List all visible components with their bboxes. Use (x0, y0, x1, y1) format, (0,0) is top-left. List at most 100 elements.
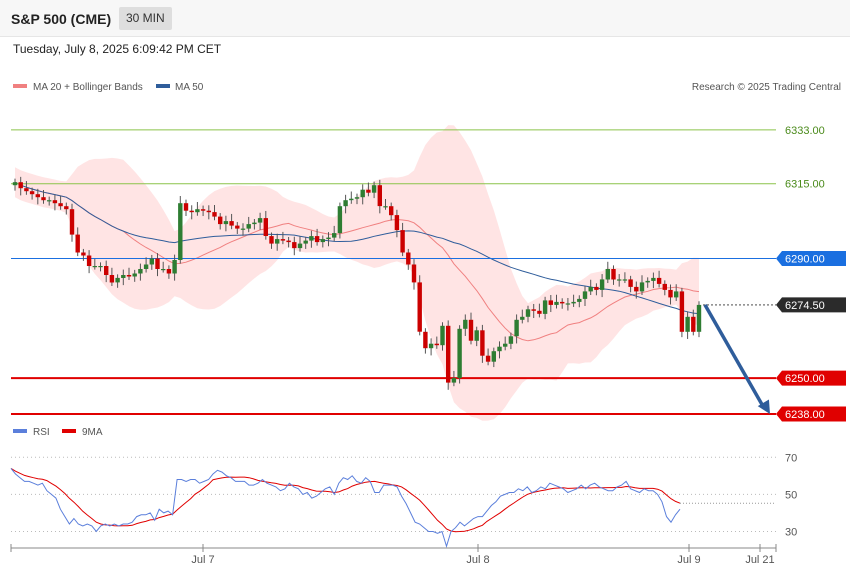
candle-body (394, 215, 400, 231)
candle-body (628, 279, 633, 287)
candle-body (121, 275, 126, 278)
candle-body (634, 286, 639, 292)
candle-body (554, 301, 559, 305)
candle-body (326, 237, 331, 240)
candle-body (577, 298, 582, 302)
candle-body (104, 266, 109, 275)
candle-body (81, 252, 86, 256)
candle-body (75, 234, 80, 253)
candle (178, 196, 183, 264)
candle-body (178, 203, 183, 260)
candle-body (292, 242, 297, 249)
candle (69, 203, 75, 242)
candle-body (12, 182, 18, 186)
candle-body (480, 330, 485, 356)
candle-body (434, 343, 439, 346)
candle-body (314, 236, 320, 243)
candle (446, 320, 451, 390)
credit-text: Research © 2025 Trading Central (692, 82, 841, 93)
candle-body (389, 206, 394, 216)
candle-body (269, 236, 274, 244)
candle-body (497, 346, 502, 352)
candle-body (195, 209, 200, 213)
candle-body (138, 269, 143, 274)
candle-body (58, 203, 63, 207)
candle-body (286, 240, 291, 243)
candle-body (172, 260, 177, 274)
level-label-2: 6290.00 (785, 254, 825, 266)
forecast-arrow-shaft (703, 303, 766, 409)
candle-body (622, 279, 628, 281)
level-label-0: 6333.00 (785, 125, 825, 137)
ma20-legend-swatch (13, 84, 27, 88)
candle-body (696, 304, 702, 332)
candle-body (588, 286, 593, 292)
candle-body (41, 197, 46, 201)
price-legend: MA 20 + Bollinger Bands MA 50 Research ©… (13, 82, 841, 93)
candle-body (320, 239, 325, 243)
candle-body (275, 239, 280, 244)
candle-body (69, 209, 75, 235)
candle-body (240, 228, 246, 230)
candle-body (303, 240, 308, 244)
x-tick-label: Jul 21 (745, 554, 774, 566)
candle-body (377, 185, 382, 207)
level-label-4: 6250.00 (785, 373, 825, 385)
candle-body (24, 188, 29, 192)
candle-body (206, 210, 211, 213)
candle-body (366, 189, 371, 193)
candle-body (685, 316, 690, 332)
candle-body (491, 351, 496, 362)
candle-body (149, 258, 154, 265)
bollinger-bands (15, 125, 699, 421)
candle-body (337, 206, 343, 234)
candle-body (400, 230, 405, 253)
candle (457, 325, 462, 384)
candle-body (679, 291, 685, 332)
rsi-legend-swatch (13, 429, 27, 433)
level-label-5: 6238.00 (785, 409, 825, 421)
candle-body (691, 316, 696, 332)
candle-body (594, 286, 599, 290)
candle-body (457, 328, 462, 379)
candle-body (143, 264, 149, 269)
x-tick-label: Jul 9 (677, 554, 700, 566)
rsi-line (10, 468, 681, 549)
candle-body (343, 200, 348, 207)
ma50-legend-swatch (156, 84, 170, 88)
candle-body (668, 289, 673, 298)
candle-body (599, 279, 605, 290)
candle-body (371, 185, 377, 193)
candle-body (218, 216, 223, 225)
candle-body (360, 189, 365, 198)
rsi-panel: 70 50 30 (10, 452, 797, 549)
candle-body (645, 280, 650, 283)
candle-body (542, 300, 548, 314)
candle-body (115, 277, 120, 283)
candle-body (126, 275, 132, 277)
candle-body (383, 206, 388, 208)
candle-body (183, 203, 189, 211)
ma20-legend-label: MA 20 + Bollinger Bands (33, 82, 143, 93)
candle-body (332, 233, 337, 238)
candle-body (349, 198, 354, 201)
candle-body (200, 209, 206, 211)
ma50-legend-label: MA 50 (175, 82, 204, 93)
x-tick-label: Jul 8 (466, 554, 489, 566)
candle-body (354, 197, 360, 199)
candle-body (548, 300, 553, 305)
candle-body (35, 194, 40, 198)
candle-body (29, 191, 35, 195)
rsi-legend: RSI 9MA (13, 427, 103, 438)
rsi-tick-label: 50 (785, 489, 797, 501)
candle-body (229, 221, 234, 226)
candle-body (651, 277, 656, 281)
candle-body (463, 319, 468, 329)
candle-body (280, 239, 286, 241)
candle (337, 202, 343, 239)
rsi-legend-label: RSI (33, 427, 50, 438)
price-chart: MA 20 + Bollinger Bands MA 50 Research ©… (10, 82, 846, 566)
candle-body (674, 291, 679, 298)
rsi-ma-legend-swatch (62, 429, 76, 433)
candle-body (617, 279, 622, 281)
